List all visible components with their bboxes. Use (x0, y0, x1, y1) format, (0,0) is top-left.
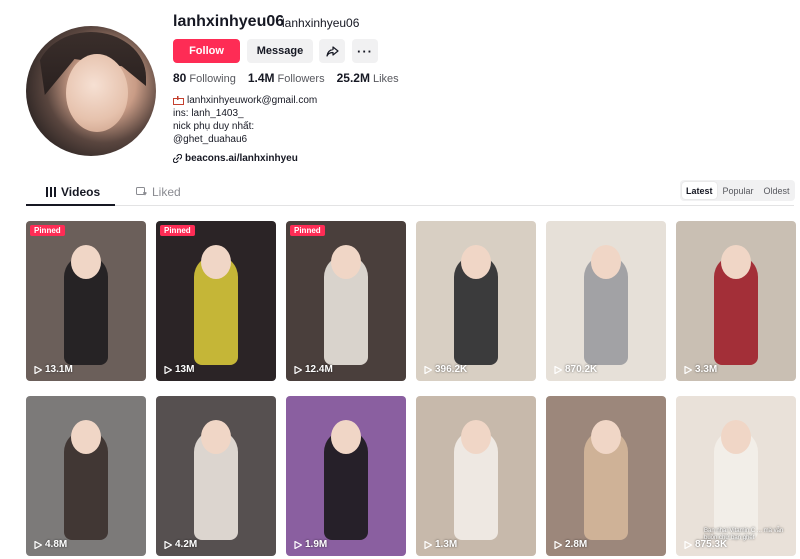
video-thumbnail-head (331, 420, 361, 454)
video-card[interactable]: 4.8M (26, 396, 146, 556)
video-thumbnail-head (201, 420, 231, 454)
more-options-button[interactable]: ··· (352, 39, 378, 63)
video-card[interactable]: 1.9M (286, 396, 406, 556)
video-card[interactable]: Pinned 12.4M (286, 221, 406, 381)
play-icon (294, 365, 302, 374)
view-count: 4.2M (164, 539, 197, 550)
bio-email: lanhxinhyeuwork@gmail.com (187, 95, 318, 106)
video-thumbnail-head (461, 245, 491, 279)
play-icon (34, 540, 42, 549)
bio-line: @ghet_duahau6 (173, 134, 248, 145)
active-tab-indicator (26, 204, 115, 206)
play-icon (554, 540, 562, 549)
share-icon (325, 45, 339, 57)
video-thumbnail-head (591, 420, 621, 454)
video-thumbnail-head (331, 245, 361, 279)
mailbox-icon (173, 96, 184, 105)
pinned-badge: Pinned (160, 225, 195, 236)
video-thumbnail-head (201, 245, 231, 279)
view-count: 870.2K (554, 364, 597, 375)
view-count: 396.2K (424, 364, 467, 375)
video-card[interactable]: 2.8M (546, 396, 666, 556)
play-icon (164, 365, 172, 374)
follow-button[interactable]: Follow (173, 39, 240, 63)
more-icon: ··· (357, 43, 373, 59)
liked-icon (136, 187, 147, 196)
sort-toggle: Latest Popular Oldest (680, 180, 795, 201)
following-stat[interactable]: 80 Following (173, 71, 236, 85)
play-icon (424, 365, 432, 374)
profile-bio: lanhxinhyeuwork@gmail.com ins: lanh_1403… (173, 94, 317, 146)
view-count: 3.3M (684, 364, 717, 375)
play-icon (164, 540, 172, 549)
video-card[interactable]: 3.3M (676, 221, 796, 381)
profile-stats: 80 Following 1.4M Followers 25.2M Likes (173, 71, 399, 85)
view-count: 1.3M (424, 539, 457, 550)
profile-username: lanhxinhyeu06 (173, 13, 285, 30)
video-thumbnail-head (71, 420, 101, 454)
play-icon (294, 540, 302, 549)
video-thumbnail-head (721, 245, 751, 279)
bio-line: nick phụ duy nhất: (173, 121, 255, 132)
avatar-face (66, 54, 128, 132)
tab-videos[interactable]: Videos (46, 185, 100, 199)
followers-stat[interactable]: 1.4M Followers (248, 71, 325, 85)
video-thumbnail-head (591, 245, 621, 279)
video-card[interactable]: Pinned 13M (156, 221, 276, 381)
video-thumbnail-head (71, 245, 101, 279)
tab-liked[interactable]: Liked (136, 185, 181, 199)
video-card[interactable]: Pinned 13.1M (26, 221, 146, 381)
bio-line: ins: lanh_1403_ (173, 108, 244, 119)
video-card[interactable]: 1.3M (416, 396, 536, 556)
likes-stat: 25.2M Likes (336, 71, 399, 85)
link-icon (173, 154, 182, 163)
sort-oldest-button[interactable]: Oldest (760, 182, 794, 199)
play-icon (554, 365, 562, 374)
sort-popular-button[interactable]: Popular (719, 182, 758, 199)
profile-nickname: lanhxinhyeu06 (282, 16, 360, 30)
sort-latest-button[interactable]: Latest (682, 182, 717, 199)
video-card[interactable]: 870.2K (546, 221, 666, 381)
message-button[interactable]: Message (247, 39, 313, 63)
view-count: 1.9M (294, 539, 327, 550)
view-count: 13M (164, 364, 194, 375)
profile-avatar[interactable] (26, 26, 156, 156)
grid-icon (46, 187, 56, 197)
profile-tabs: Videos Liked (26, 181, 794, 206)
view-count: 2.8M (554, 539, 587, 550)
video-card[interactable]: 4.2M (156, 396, 276, 556)
play-icon (34, 365, 42, 374)
video-thumbnail-head (461, 420, 491, 454)
view-count: 4.8M (34, 539, 67, 550)
pinned-badge: Pinned (290, 225, 325, 236)
share-button[interactable] (319, 39, 345, 63)
play-icon (684, 540, 692, 549)
video-card[interactable]: 396.2K (416, 221, 536, 381)
bio-link[interactable]: beacons.ai/lanhxinhyeu (173, 153, 298, 164)
play-icon (424, 540, 432, 549)
view-count: 13.1M (34, 364, 73, 375)
video-card[interactable]: Bạn nhai Vitamin C ... mà vẫn buồn chứ b… (676, 396, 796, 556)
view-count: 12.4M (294, 364, 333, 375)
video-thumbnail-head (721, 420, 751, 454)
play-icon (684, 365, 692, 374)
view-count: 875.3K (684, 539, 727, 550)
pinned-badge: Pinned (30, 225, 65, 236)
